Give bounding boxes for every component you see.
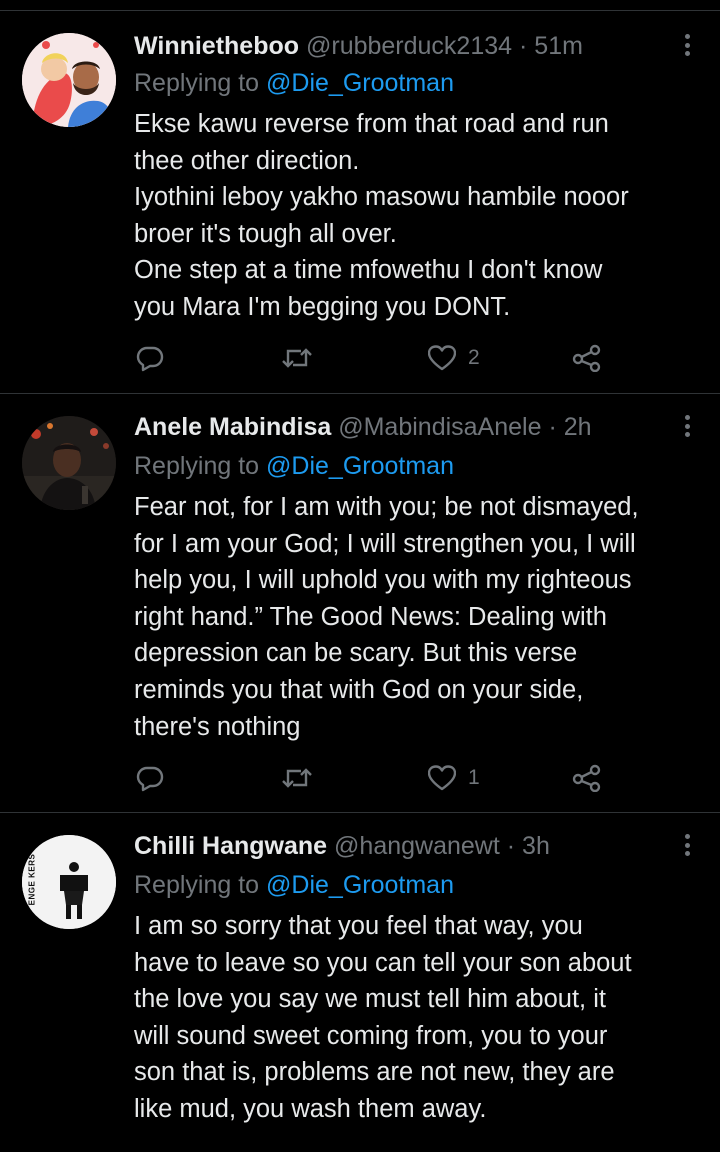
replying-to: Replying to @Die_Grootman: [134, 449, 454, 483]
tweet-text: Fear not, for I am with you; be not dism…: [134, 489, 706, 745]
more-icon[interactable]: [680, 30, 694, 60]
replying-to-label: Replying to: [134, 69, 260, 97]
more-icon[interactable]: [680, 830, 694, 860]
tweet-header: Chilli Hangwane @hangwanewt · 3h: [134, 829, 550, 863]
reply-button[interactable]: [136, 758, 164, 798]
display-name[interactable]: Anele Mabindisa: [134, 413, 331, 441]
replying-to: Replying to @Die_Grootman: [134, 868, 454, 902]
tweet-text-line: son that is, problems are not new, they …: [134, 1058, 615, 1087]
timestamp[interactable]: 51m: [534, 32, 583, 60]
reply-button[interactable]: [136, 338, 164, 378]
tweet-header: Anele Mabindisa @MabindisaAnele · 2h: [134, 410, 592, 444]
separator: ·: [519, 32, 528, 60]
replying-to-label: Replying to: [134, 452, 260, 480]
tweet-text-line: Ekse kawu reverse from that road and run: [134, 110, 609, 138]
timestamp[interactable]: 3h: [522, 832, 550, 860]
share-icon: [572, 764, 601, 792]
tweet-text-line: depression can be scary. But this verse: [134, 639, 578, 668]
tweet[interactable]: Anele Mabindisa @MabindisaAnele · 2h Rep…: [0, 394, 720, 813]
retweet-button[interactable]: [282, 758, 312, 798]
tweet-text-line: broer it's tough all over.: [134, 219, 397, 248]
tweet-text-line: I am so sorry that you feel that way, yo…: [134, 912, 583, 940]
timestamp[interactable]: 2h: [564, 413, 592, 441]
tweet-text: Ekse kawu reverse from that road and run…: [134, 106, 706, 326]
tweet-text-line: thee other direction.: [134, 146, 360, 175]
avatar-image: [22, 33, 116, 127]
display-name[interactable]: Chilli Hangwane: [134, 832, 327, 860]
display-name[interactable]: Winnietheboo: [134, 32, 299, 60]
reply-icon: [136, 766, 164, 792]
like-button[interactable]: 2: [428, 338, 480, 378]
separator: ·: [548, 413, 557, 441]
avatar[interactable]: ENGE KERS: [22, 835, 116, 929]
like-count: 2: [468, 346, 480, 369]
user-handle[interactable]: @rubberduck2134: [306, 32, 512, 60]
tweet-text: I am so sorry that you feel that way, yo…: [134, 908, 706, 1128]
like-button[interactable]: 1: [428, 758, 480, 798]
tweet-text-line: like mud, you wash them away.: [134, 1094, 487, 1123]
tweet-text-line: for I am your God; I will strengthen you…: [134, 529, 636, 558]
share-button[interactable]: [572, 338, 602, 378]
mention-link[interactable]: @Die_Grootman: [266, 871, 454, 899]
tweet-text-line: there's nothing: [134, 712, 301, 741]
tweet-header: Winnietheboo @rubberduck2134 · 51m: [134, 29, 583, 63]
mention-link[interactable]: @Die_Grootman: [266, 452, 454, 480]
separator: ·: [506, 832, 516, 860]
avatar-image: [22, 416, 116, 510]
mention-link[interactable]: @Die_Grootman: [266, 69, 454, 97]
avatar[interactable]: [22, 33, 116, 127]
like-icon: [428, 765, 456, 791]
tweet[interactable]: ENGE KERS Chilli Hangwane @hangwanewt · …: [0, 813, 720, 1152]
tweet[interactable]: Winnietheboo @rubberduck2134 · 51m Reply…: [0, 11, 720, 394]
tweet-text-line: you Mara I'm begging you DONT.: [134, 292, 511, 321]
tweet-text-line: right hand.” The Good News: Dealing with: [134, 602, 607, 631]
tweet-text-line: One step at a time mfowethu I don't know: [134, 256, 603, 285]
reply-icon: [136, 346, 164, 372]
avatar[interactable]: [22, 416, 116, 510]
tweet-text-line: Fear not, for I am with you; be not dism…: [134, 493, 639, 521]
user-handle[interactable]: @hangwanewt: [334, 832, 500, 860]
share-icon: [572, 344, 601, 372]
tweet-text-line: help you, I will uphold you with my righ…: [134, 566, 632, 595]
like-icon: [428, 345, 456, 371]
tweet-actions: 2: [0, 338, 720, 378]
tweet-actions: 1: [0, 758, 720, 798]
tweet-text-line: Iyothini leboy yakho masowu hambile nooo…: [134, 183, 629, 212]
avatar-text: ENGE KERS: [27, 853, 37, 906]
tweet-text-line: have to leave so you can tell your son a…: [134, 948, 632, 977]
retweet-icon: [282, 768, 312, 788]
tweet-text-line: will sound sweet coming from, you to you…: [134, 1021, 608, 1050]
more-icon[interactable]: [680, 411, 694, 441]
share-button[interactable]: [572, 758, 602, 798]
tweet-text-line: reminds you that with God on your side,: [134, 675, 584, 704]
tweet-text-line: the love you say we must tell him about,…: [134, 985, 606, 1014]
retweet-button[interactable]: [282, 338, 312, 378]
retweet-icon: [282, 348, 312, 368]
replying-to-label: Replying to: [134, 871, 260, 899]
user-handle[interactable]: @MabindisaAnele: [338, 413, 541, 441]
replying-to: Replying to @Die_Grootman: [134, 66, 454, 100]
like-count: 1: [468, 766, 480, 789]
